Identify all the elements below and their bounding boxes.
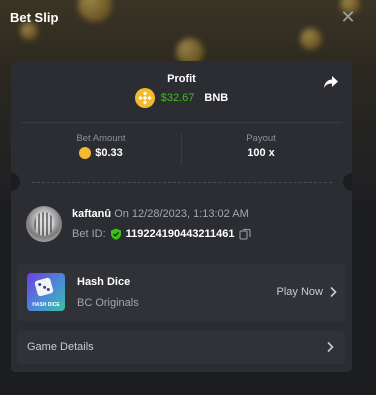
bnb-coin-icon (79, 147, 92, 159)
payout-value: 100 x (247, 147, 275, 159)
ticket-notch-right (343, 173, 352, 191)
bet-amount-value: $0.33 (95, 147, 123, 159)
share-icon[interactable] (322, 73, 340, 91)
bet-amount-value-row: $0.33 (21, 147, 181, 159)
game-thumbnail[interactable] (27, 273, 65, 311)
profit-row: $32.67 BNB (11, 88, 352, 108)
payout-stat: Payout 100 x (181, 133, 341, 159)
payout-label: Payout (246, 133, 276, 144)
bet-amount-stat: Bet Amount $0.33 (21, 133, 181, 159)
bnb-coin-icon (134, 88, 155, 108)
profit-label: Profit (167, 73, 196, 85)
dice-icon (34, 277, 54, 297)
chevron-right-icon (330, 286, 337, 298)
game-row[interactable]: Hash Dice BC Originals Play Now (17, 264, 345, 321)
profit-value: $32.67 (160, 92, 195, 104)
game-details-label: Game Details (27, 341, 94, 353)
bet-id-value: 119224190443211461 (125, 228, 235, 240)
bet-amount-label: Bet Amount (76, 133, 126, 144)
close-icon[interactable]: ✕ (340, 7, 356, 27)
bet-id-line: Bet ID: 119224190443211461 (72, 228, 251, 240)
bet-user-row: kaftanû On 12/28/2023, 1:13:02 AM Bet ID… (26, 206, 341, 248)
copy-icon[interactable] (238, 228, 251, 240)
game-details-row[interactable]: Game Details (17, 331, 345, 364)
bet-id-label: Bet ID: (72, 228, 106, 240)
bet-stats: Bet Amount $0.33 Payout 100 x (21, 122, 342, 167)
bet-date: On 12/28/2023, 1:13:02 AM (114, 208, 249, 220)
avatar[interactable] (26, 206, 62, 242)
page-title: Bet Slip (10, 10, 59, 25)
shield-icon (110, 228, 121, 240)
bet-slip-header: Bet Slip ✕ (0, 0, 376, 36)
game-name: Hash Dice (77, 276, 131, 288)
game-provider: BC Originals (77, 297, 139, 309)
profit-currency: BNB (204, 92, 229, 104)
play-now-label: Play Now (276, 286, 323, 298)
ticket-notch-left (11, 173, 20, 191)
ticket-perforation (32, 182, 332, 183)
username[interactable]: kaftanû (72, 208, 111, 220)
play-now-button[interactable]: Play Now (277, 286, 337, 298)
user-line: kaftanû On 12/28/2023, 1:13:02 AM (72, 208, 249, 220)
bet-slip-card: Profit $32.67 BNB Bet Amount $0.33 Payou… (11, 61, 352, 372)
chevron-right-icon (327, 341, 334, 353)
